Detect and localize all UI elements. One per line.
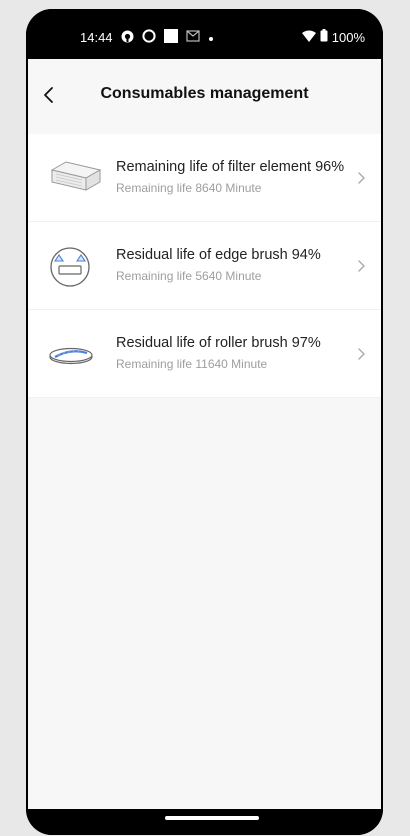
circle-icon bbox=[141, 29, 156, 46]
status-bar-right: 100% bbox=[301, 29, 365, 45]
status-bar: 14:44 100% bbox=[26, 9, 383, 59]
mail-icon bbox=[185, 30, 200, 45]
edge-brush-icon bbox=[46, 244, 102, 288]
consumables-list: Remaining life of filter element 96% Rem… bbox=[28, 134, 381, 398]
chevron-right-icon bbox=[357, 259, 367, 273]
app-bar: Consumables management bbox=[28, 59, 381, 129]
consumable-title: Residual life of roller brush 97% bbox=[116, 335, 321, 351]
page-title: Consumables management bbox=[100, 85, 309, 102]
filter-element-icon bbox=[46, 156, 102, 200]
notification-app-icon bbox=[121, 30, 134, 46]
wifi-icon bbox=[301, 30, 316, 45]
consumable-subtitle: Remaining life 8640 Minute bbox=[116, 181, 262, 195]
status-time: 14:44 bbox=[80, 30, 113, 45]
square-icon bbox=[163, 29, 178, 46]
consumable-title: Remaining life of filter element 96% bbox=[116, 159, 345, 175]
dot-icon bbox=[208, 30, 214, 45]
phone-frame: 14:44 100% Consumables management Remain… bbox=[26, 9, 383, 835]
consumable-item-roller-brush[interactable]: Residual life of roller brush 97% Remain… bbox=[28, 310, 381, 398]
consumable-title: Residual life of edge brush 94% bbox=[116, 247, 321, 263]
chevron-right-icon bbox=[357, 171, 367, 185]
navigation-bar bbox=[26, 809, 383, 835]
consumable-text: Residual life of edge brush 94% Remainin… bbox=[116, 247, 321, 283]
status-bar-left: 14:44 bbox=[80, 29, 214, 46]
chevron-right-icon bbox=[357, 347, 367, 361]
battery-percent: 100% bbox=[331, 29, 365, 45]
consumable-item-filter-element[interactable]: Remaining life of filter element 96% Rem… bbox=[28, 134, 381, 222]
consumable-text: Residual life of roller brush 97% Remain… bbox=[116, 335, 321, 371]
consumable-subtitle: Remaining life 5640 Minute bbox=[116, 269, 262, 283]
home-gesture-bar[interactable] bbox=[165, 816, 259, 820]
roller-brush-icon bbox=[46, 332, 102, 376]
consumable-text: Remaining life of filter element 96% Rem… bbox=[116, 159, 344, 195]
battery-icon bbox=[320, 29, 328, 45]
consumable-item-edge-brush[interactable]: Residual life of edge brush 94% Remainin… bbox=[28, 222, 381, 310]
app-screen: Consumables management Remaining life of… bbox=[28, 59, 381, 809]
consumable-subtitle: Remaining life 11640 Minute bbox=[116, 357, 268, 371]
